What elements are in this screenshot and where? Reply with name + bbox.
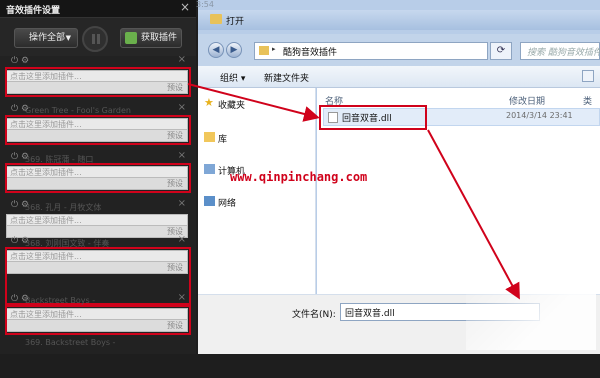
arrow-to-filename — [427, 129, 520, 300]
annotation-arrows — [187, 83, 520, 300]
arrow-to-file — [187, 83, 320, 122]
